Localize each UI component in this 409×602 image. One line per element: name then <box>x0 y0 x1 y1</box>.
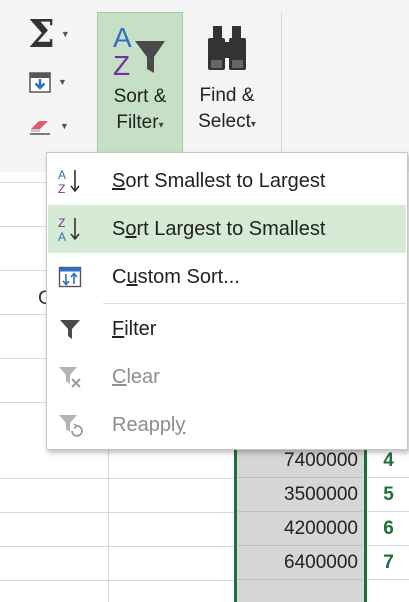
chevron-down-icon: ▼ <box>60 121 69 131</box>
sigma-icon: Σ <box>28 11 55 56</box>
column-border <box>364 444 367 602</box>
row-gridline <box>0 546 236 547</box>
sort-filter-label-2: Filter▾ <box>116 112 164 133</box>
sort-az-icon: A Z <box>48 167 92 195</box>
row-gridline <box>0 512 236 513</box>
ribbon-editing-group: Σ ▼ ▼ ▼ A Z Sort & Filter▾ Find & Select… <box>0 0 409 172</box>
menu-item-reapply: Reapply <box>48 401 406 449</box>
cell-rank[interactable]: 7 <box>368 546 409 580</box>
find-select-label-2: Select▾ <box>198 111 256 132</box>
fill-button[interactable]: ▼ <box>28 62 88 102</box>
menu-item-label: Sort Largest to Smallest <box>112 217 326 240</box>
sort-filter-button[interactable]: A Z Sort & Filter▾ <box>97 12 183 172</box>
selection-border <box>234 444 237 602</box>
reapply-icon <box>48 412 92 438</box>
menu-item-clear: Clear <box>48 353 406 401</box>
find-select-button[interactable]: Find & Select▾ <box>185 12 269 172</box>
binoculars-icon <box>208 26 246 70</box>
cell-rank[interactable]: 6 <box>368 512 409 546</box>
menu-item-sort-descending[interactable]: Z A Sort Largest to Smallest <box>48 205 406 253</box>
menu-item-label: Custom Sort... <box>112 265 240 288</box>
svg-text:A: A <box>58 230 66 243</box>
cell-value[interactable]: 4200000 <box>238 512 362 546</box>
filter-icon <box>48 317 92 341</box>
svg-text:Z: Z <box>58 182 65 195</box>
menu-item-label: Clear <box>112 365 160 388</box>
menu-item-sort-ascending[interactable]: A Z Sort Smallest to Largest <box>48 157 406 205</box>
svg-text:Z: Z <box>113 50 130 79</box>
sort-filter-menu: A Z Sort Smallest to Largest Z A Sort La… <box>46 152 408 450</box>
sort-za-icon: Z A <box>48 215 92 243</box>
cell-value[interactable]: 3500000 <box>238 478 362 512</box>
cell-value[interactable]: 6400000 <box>238 546 362 580</box>
clear-filter-icon <box>48 364 92 390</box>
ribbon-divider <box>281 12 282 162</box>
cell-rank[interactable]: 5 <box>368 478 409 512</box>
menu-item-filter[interactable]: Filter <box>48 305 406 353</box>
menu-item-custom-sort[interactable]: Custom Sort... <box>48 253 406 301</box>
sort-filter-label-1: Sort & <box>113 86 167 107</box>
row-gridline <box>0 478 236 479</box>
custom-sort-icon <box>48 265 92 289</box>
row-gridline <box>0 580 236 581</box>
menu-item-label: Sort Smallest to Largest <box>112 169 326 192</box>
menu-separator <box>103 303 406 304</box>
svg-text:A: A <box>113 22 132 53</box>
autosum-button[interactable]: Σ ▼ <box>28 14 88 54</box>
chevron-down-icon: ▼ <box>58 77 67 87</box>
find-select-label-1: Find & <box>199 85 255 106</box>
menu-item-label: Filter <box>112 317 157 340</box>
chevron-down-icon: ▼ <box>60 29 70 39</box>
fill-down-icon <box>29 72 51 93</box>
menu-item-label: Reapply <box>112 413 186 436</box>
clear-button[interactable]: ▼ <box>28 106 88 146</box>
eraser-icon <box>30 121 50 135</box>
svg-text:A: A <box>58 168 66 182</box>
sort-filter-icon: A Z <box>113 22 165 81</box>
svg-text:Z: Z <box>58 216 65 230</box>
